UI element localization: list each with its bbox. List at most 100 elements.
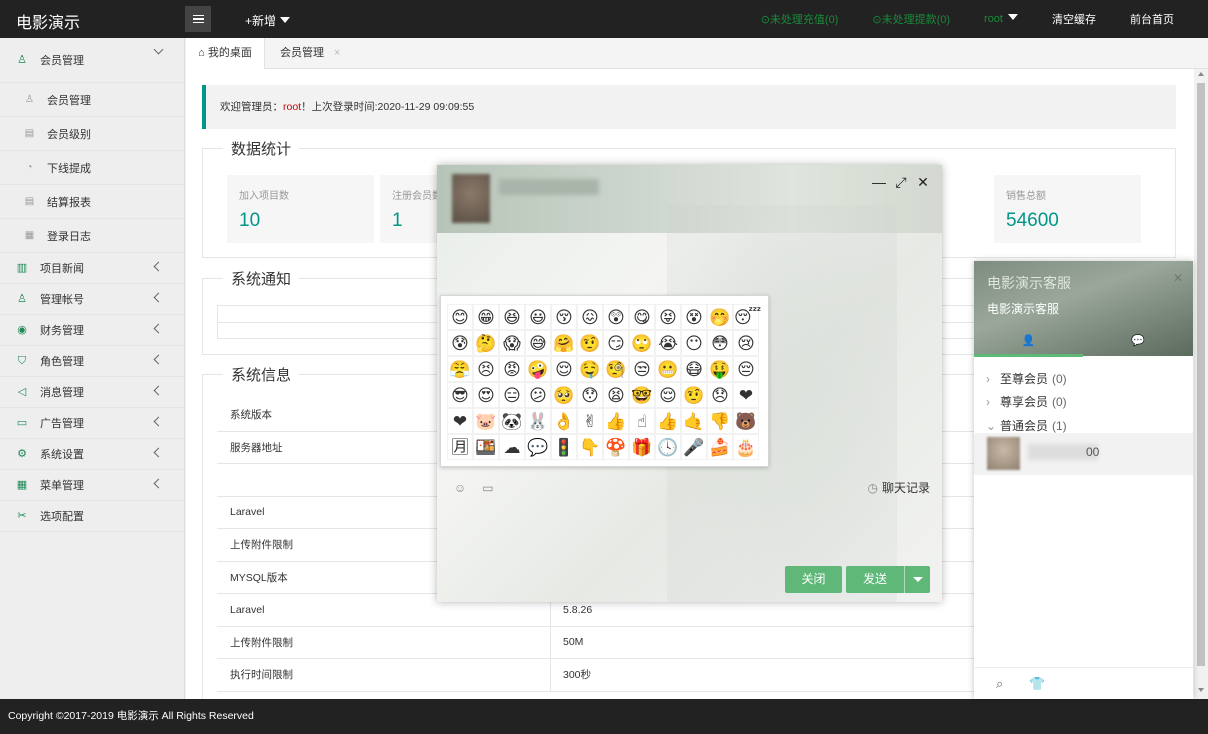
sidebar-item-options[interactable]: ✂ 选项配置 bbox=[0, 501, 184, 532]
emoji-item[interactable]: 💬 bbox=[525, 434, 551, 460]
emoji-item[interactable]: 🍄 bbox=[603, 434, 629, 460]
emoji-icon[interactable]: ☺ bbox=[454, 481, 466, 495]
close-icon[interactable]: ✕ bbox=[916, 175, 930, 189]
emoji-item[interactable]: 😊 bbox=[447, 304, 473, 330]
sidebar-item-messages[interactable]: ◁ 消息管理 bbox=[0, 377, 184, 408]
emoji-item[interactable]: 🥺 bbox=[551, 382, 577, 408]
image-icon[interactable]: ▭ bbox=[482, 481, 493, 495]
emoji-item[interactable]: 😱 bbox=[499, 330, 525, 356]
add-new-dropdown[interactable]: +新增 bbox=[245, 12, 291, 29]
emoji-item[interactable]: 🎁 bbox=[629, 434, 655, 460]
sidebar-item-member-mgmt[interactable]: ♙ 会员管理 bbox=[0, 38, 184, 83]
emoji-item[interactable]: 👍 bbox=[603, 408, 629, 434]
group-premium[interactable]: › 尊享会员 (0) bbox=[986, 393, 1067, 410]
send-options-dropdown[interactable] bbox=[904, 566, 930, 593]
page-scrollbar[interactable] bbox=[1194, 69, 1208, 699]
home-link[interactable]: 前台首页 bbox=[1130, 11, 1174, 27]
user-menu[interactable]: root bbox=[984, 13, 1018, 25]
emoji-item[interactable]: 😤 bbox=[447, 356, 473, 382]
sidebar-item-accounts[interactable]: ♙ 管理帐号 bbox=[0, 284, 184, 315]
emoji-item[interactable]: 🍰 bbox=[707, 434, 733, 460]
emoji-item[interactable]: 🐷 bbox=[473, 408, 499, 434]
sidebar-subitem-member[interactable]: ♙ 会员管理 bbox=[0, 83, 184, 117]
send-button[interactable]: 发送 bbox=[846, 566, 930, 593]
emoji-item[interactable]: 😵 bbox=[681, 304, 707, 330]
emoji-item[interactable]: ❤ bbox=[447, 408, 473, 434]
emoji-item[interactable]: 😑 bbox=[499, 382, 525, 408]
emoji-item[interactable]: ☝ bbox=[629, 408, 655, 434]
unhandled-withdraw-link[interactable]: ⊙未处理提款(0) bbox=[872, 11, 950, 27]
close-button[interactable]: 关闭 bbox=[785, 566, 842, 593]
emoji-item[interactable]: 😌 bbox=[655, 382, 681, 408]
emoji-item[interactable]: 🤔 bbox=[473, 330, 499, 356]
emoji-item[interactable]: 😃 bbox=[525, 304, 551, 330]
emoji-item[interactable]: 😰 bbox=[447, 330, 473, 356]
contacts-tab-icon[interactable]: 👤 bbox=[974, 328, 1084, 356]
sidebar-item-roles[interactable]: ⛉ 角色管理 bbox=[0, 346, 184, 377]
emoji-item[interactable]: 🎤 bbox=[681, 434, 707, 460]
emoji-item[interactable]: 🕓 bbox=[655, 434, 681, 460]
emoji-item[interactable]: 😴 bbox=[733, 304, 761, 330]
emoji-item[interactable]: 🤗 bbox=[551, 330, 577, 356]
emoji-item[interactable]: 🤤 bbox=[577, 356, 603, 382]
emoji-item[interactable]: 😬 bbox=[655, 356, 681, 382]
sidebar-subitem-report[interactable]: ▤ 结算报表 bbox=[0, 185, 184, 219]
sidebar-item-finance[interactable]: ◉ 财务管理 bbox=[0, 315, 184, 346]
emoji-item[interactable]: 😋 bbox=[629, 304, 655, 330]
emoji-item[interactable]: 🐻 bbox=[733, 408, 759, 434]
emoji-item[interactable]: 😚 bbox=[551, 304, 577, 330]
emoji-item[interactable]: 🈷 bbox=[447, 434, 473, 460]
sidebar-subitem-login-log[interactable]: ▦ 登录日志 bbox=[0, 219, 184, 253]
emoji-item[interactable]: 😆 bbox=[499, 304, 525, 330]
emoji-item[interactable]: ☁ bbox=[499, 434, 525, 460]
sidebar-item-news[interactable]: ▥ 项目新闻 bbox=[0, 253, 184, 284]
search-icon[interactable]: ⌕ bbox=[996, 676, 1003, 692]
emoji-item[interactable]: 🤭 bbox=[707, 304, 733, 330]
emoji-item[interactable]: 👇 bbox=[577, 434, 603, 460]
emoji-item[interactable]: 😁 bbox=[473, 304, 499, 330]
emoji-item[interactable]: 😯 bbox=[577, 382, 603, 408]
emoji-item[interactable]: 🍱 bbox=[473, 434, 499, 460]
skin-icon[interactable]: 👕 bbox=[1029, 676, 1045, 692]
scroll-thumb[interactable] bbox=[1197, 83, 1205, 666]
maximize-icon[interactable]: ⤢ bbox=[894, 175, 908, 189]
menu-toggle-button[interactable] bbox=[185, 6, 211, 32]
emoji-item[interactable]: ✌ bbox=[577, 408, 603, 434]
sidebar-subitem-commission[interactable]: ◔ 下线提成 bbox=[0, 151, 184, 185]
list-item[interactable]: 00 bbox=[974, 433, 1193, 475]
sidebar-item-menus[interactable]: ▦ 菜单管理 bbox=[0, 470, 184, 501]
emoji-item[interactable]: 👌 bbox=[551, 408, 577, 434]
minimize-icon[interactable]: — bbox=[872, 175, 886, 189]
emoji-item[interactable]: 👎 bbox=[707, 408, 733, 434]
emoji-item[interactable]: 🤙 bbox=[681, 408, 707, 434]
emoji-item[interactable]: 🤨 bbox=[681, 382, 707, 408]
emoji-item[interactable]: 🧐 bbox=[603, 356, 629, 382]
emoji-item[interactable]: 😎 bbox=[447, 382, 473, 408]
emoji-item[interactable]: 🚦 bbox=[551, 434, 577, 460]
sidebar-subitem-member-level[interactable]: ▤ 会员级别 bbox=[0, 117, 184, 151]
tab-member[interactable]: 会员管理 × bbox=[280, 38, 340, 69]
emoji-item[interactable]: 😷 bbox=[681, 356, 707, 382]
emoji-item[interactable]: 🤑 bbox=[707, 356, 733, 382]
emoji-item[interactable]: 😫 bbox=[603, 382, 629, 408]
chat-history-link[interactable]: ◷ 聊天记录 bbox=[868, 479, 931, 496]
close-icon[interactable]: ✕ bbox=[1173, 271, 1183, 285]
emoji-item[interactable]: 🎂 bbox=[733, 434, 759, 460]
emoji-item[interactable]: ❤ bbox=[733, 382, 759, 408]
emoji-item[interactable]: 😞 bbox=[707, 382, 733, 408]
emoji-item[interactable]: 😝 bbox=[655, 304, 681, 330]
app-logo[interactable]: 电影演示 bbox=[16, 9, 80, 33]
group-supreme[interactable]: › 至尊会员 (0) bbox=[986, 370, 1067, 387]
emoji-item[interactable]: 😡 bbox=[499, 356, 525, 382]
sidebar-item-settings[interactable]: ⚙ 系统设置 bbox=[0, 439, 184, 470]
emoji-item[interactable]: 😖 bbox=[577, 304, 603, 330]
emoji-item[interactable]: 😏 bbox=[603, 330, 629, 356]
emoji-item[interactable]: 😲 bbox=[603, 304, 629, 330]
emoji-item[interactable]: 😒 bbox=[629, 356, 655, 382]
emoji-item[interactable]: 😔 bbox=[733, 356, 759, 382]
emoji-item[interactable]: 😢 bbox=[733, 330, 759, 356]
emoji-item[interactable]: 🤨 bbox=[577, 330, 603, 356]
emoji-item[interactable]: 😭 bbox=[655, 330, 681, 356]
scroll-up-icon[interactable] bbox=[1198, 72, 1204, 76]
emoji-item[interactable]: 🐰 bbox=[525, 408, 551, 434]
